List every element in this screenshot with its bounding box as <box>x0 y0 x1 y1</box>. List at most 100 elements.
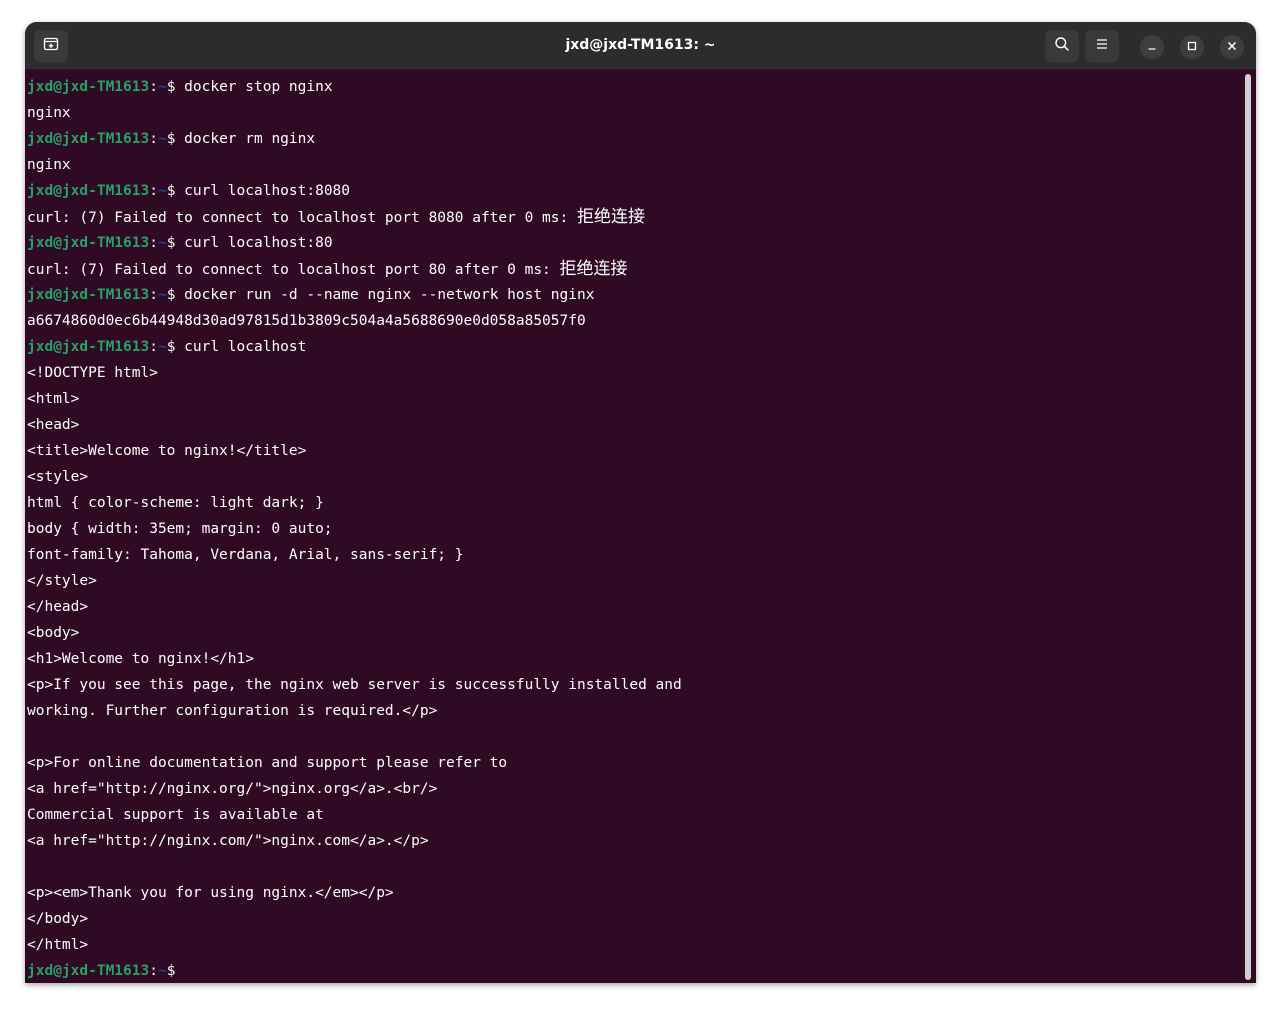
prompt-user-host: jxd@jxd-TM1613 <box>27 131 150 147</box>
output-text: <style> <box>27 469 89 485</box>
prompt-path: ~ <box>157 131 167 147</box>
output-text: curl: (7) Failed to connect to localhost… <box>27 210 577 226</box>
command-line: jxd@jxd-TM1613:~$ docker rm nginx <box>27 126 1242 152</box>
output-text: <body> <box>27 625 80 641</box>
prompt-dollar: $ <box>166 183 185 199</box>
prompt-dollar: $ <box>166 235 185 251</box>
prompt-dollar: $ <box>166 287 185 303</box>
maximize-button[interactable] <box>1180 35 1204 59</box>
output-line: working. Further configuration is requir… <box>27 698 1242 724</box>
output-text: <a href="http://nginx.com/">nginx.com</a… <box>27 833 429 849</box>
output-text: </style> <box>27 573 97 589</box>
scrollbar[interactable] <box>1245 74 1251 980</box>
close-icon <box>1227 38 1237 56</box>
minimize-icon <box>1147 38 1157 56</box>
prompt-path: ~ <box>157 79 167 95</box>
close-button[interactable] <box>1220 35 1244 59</box>
output-line: body { width: 35em; margin: 0 auto; <box>27 516 1242 542</box>
output-text: nginx <box>27 157 71 173</box>
output-text: <p><em>Thank you for using nginx.</em></… <box>27 885 394 901</box>
output-text: <html> <box>27 391 80 407</box>
command-line: jxd@jxd-TM1613:~$ docker run -d --name n… <box>27 282 1242 308</box>
command-line: jxd@jxd-TM1613:~$ curl localhost <box>27 334 1242 360</box>
prompt-colon: : <box>149 131 158 147</box>
minimize-button[interactable] <box>1140 35 1164 59</box>
prompt-user-host: jxd@jxd-TM1613 <box>27 339 150 355</box>
prompt-user-host: jxd@jxd-TM1613 <box>27 79 150 95</box>
output-line: <title>Welcome to nginx!</title> <box>27 438 1242 464</box>
error-message-text: 拒绝连接 <box>576 207 645 227</box>
command-text: curl localhost:8080 <box>184 183 351 199</box>
output-text: working. Further configuration is requir… <box>27 703 438 719</box>
output-line: <html> <box>27 386 1242 412</box>
prompt-user-host: jxd@jxd-TM1613 <box>27 963 150 979</box>
output-line: </style> <box>27 568 1242 594</box>
output-line: curl: (7) Failed to connect to localhost… <box>27 204 1242 230</box>
prompt-path: ~ <box>157 287 167 303</box>
output-text: font-family: Tahoma, Verdana, Arial, san… <box>27 547 464 563</box>
prompt-colon: : <box>149 183 158 199</box>
output-text: <h1>Welcome to nginx!</h1> <box>27 651 254 667</box>
output-text: <p>For online documentation and support … <box>27 755 508 771</box>
prompt-colon: : <box>149 287 158 303</box>
prompt-path: ~ <box>157 963 167 979</box>
output-line: nginx <box>27 152 1242 178</box>
command-line: jxd@jxd-TM1613:~$ docker stop nginx <box>27 74 1242 100</box>
output-text: curl: (7) Failed to connect to localhost… <box>27 262 560 278</box>
output-line: </body> <box>27 906 1242 932</box>
output-line: font-family: Tahoma, Verdana, Arial, san… <box>27 542 1242 568</box>
prompt-dollar: $ <box>166 963 185 979</box>
output-text: <!DOCTYPE html> <box>27 365 158 381</box>
prompt-path: ~ <box>157 183 167 199</box>
prompt-dollar: $ <box>166 79 185 95</box>
title-bar[interactable]: jxd@jxd-TM1613: ~ <box>25 22 1256 70</box>
hamburger-menu-icon <box>1095 37 1109 56</box>
output-text: nginx <box>27 105 71 121</box>
output-line: <body> <box>27 620 1242 646</box>
output-text: <head> <box>27 417 80 433</box>
output-text: body { width: 35em; margin: 0 auto; <box>27 521 333 537</box>
prompt-colon: : <box>149 963 158 979</box>
output-line: Commercial support is available at <box>27 802 1242 828</box>
output-line: <p>For online documentation and support … <box>27 750 1242 776</box>
output-text: html { color-scheme: light dark; } <box>27 495 324 511</box>
output-text: </html> <box>27 937 89 953</box>
output-line: <a href="http://nginx.com/">nginx.com</a… <box>27 828 1242 854</box>
output-text: a6674860d0ec6b44948d30ad97815d1b3809c504… <box>27 313 586 329</box>
command-text: docker rm nginx <box>184 131 316 147</box>
output-line: </head> <box>27 594 1242 620</box>
prompt-path: ~ <box>157 339 167 355</box>
search-icon <box>1054 36 1070 57</box>
prompt-path: ~ <box>157 235 167 251</box>
menu-button[interactable] <box>1085 30 1119 62</box>
command-text: docker run -d --name nginx --network hos… <box>184 287 595 303</box>
command-line: jxd@jxd-TM1613:~$ <box>27 958 1242 983</box>
output-line: a6674860d0ec6b44948d30ad97815d1b3809c504… <box>27 308 1242 334</box>
search-button[interactable] <box>1045 30 1079 62</box>
output-line: <p><em>Thank you for using nginx.</em></… <box>27 880 1242 906</box>
command-line: jxd@jxd-TM1613:~$ curl localhost:8080 <box>27 178 1242 204</box>
maximize-icon <box>1187 38 1197 56</box>
command-text: curl localhost <box>184 339 307 355</box>
prompt-colon: : <box>149 339 158 355</box>
output-line: curl: (7) Failed to connect to localhost… <box>27 256 1242 282</box>
prompt-user-host: jxd@jxd-TM1613 <box>27 235 150 251</box>
prompt-colon: : <box>149 235 158 251</box>
error-message-text: 拒绝连接 <box>559 259 628 279</box>
output-text: </body> <box>27 911 89 927</box>
output-line: <a href="http://nginx.org/">nginx.org</a… <box>27 776 1242 802</box>
prompt-colon: : <box>149 79 158 95</box>
command-text: docker stop nginx <box>184 79 333 95</box>
output-text: <a href="http://nginx.org/">nginx.org</a… <box>27 781 438 797</box>
output-line: </html> <box>27 932 1242 958</box>
output-line: <p>If you see this page, the nginx web s… <box>27 672 1242 698</box>
command-text: curl localhost:80 <box>184 235 333 251</box>
prompt-user-host: jxd@jxd-TM1613 <box>27 287 150 303</box>
output-line: <h1>Welcome to nginx!</h1> <box>27 646 1242 672</box>
output-line: nginx <box>27 100 1242 126</box>
terminal-output[interactable]: jxd@jxd-TM1613:~$ docker stop nginx nginx… <box>27 74 1242 983</box>
terminal-window: jxd@jxd-TM1613: ~ jxd@jxd-TM1613:~$ dock… <box>25 22 1256 983</box>
output-line: <style> <box>27 464 1242 490</box>
